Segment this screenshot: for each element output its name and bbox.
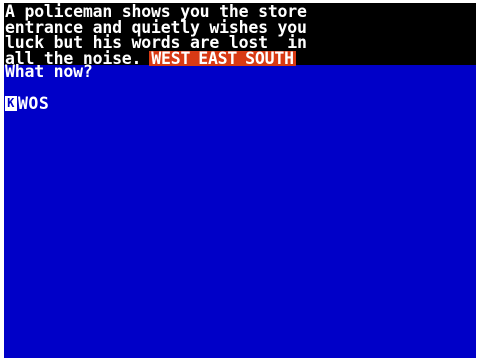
exit-south[interactable]: SOUTH	[245, 49, 294, 68]
exits-bar: WEST EAST SOUTH	[149, 49, 296, 68]
command-input-text[interactable]: WOS	[18, 94, 49, 113]
exit-east[interactable]: EAST	[198, 49, 237, 68]
cursor-icon: K	[5, 95, 17, 111]
narrative-text: A policeman shows you the store entrance …	[4, 3, 476, 68]
command-prompt: What now?	[5, 62, 93, 81]
command-input[interactable]: K WOS	[5, 94, 49, 113]
exit-west[interactable]: WEST	[151, 49, 190, 68]
game-screen: A policeman shows you the store entrance …	[4, 3, 476, 358]
